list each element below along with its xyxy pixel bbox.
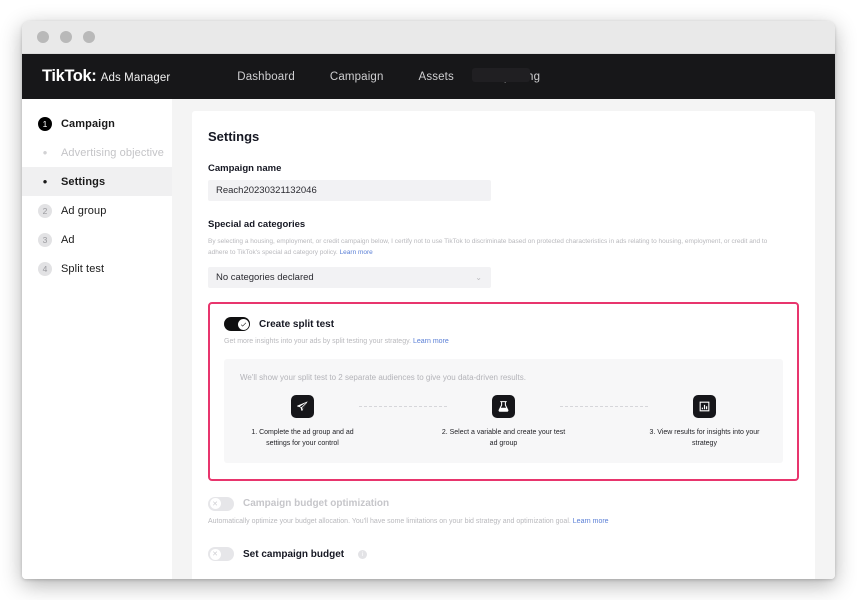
redacted-account-area (472, 68, 530, 82)
learn-more-link[interactable]: Learn more (573, 518, 609, 525)
create-split-test-label: Create split test (259, 319, 334, 330)
campaign-budget-optimization-label: Campaign budget optimization (243, 498, 389, 509)
step-badge-4: 4 (38, 262, 52, 276)
top-navigation-bar: TikTok: Ads Manager Dashboard Campaign A… (22, 54, 835, 99)
step-connector-2 (560, 395, 648, 418)
brand-subtitle: Ads Manager (101, 72, 171, 84)
step-icon-container (492, 395, 515, 418)
set-campaign-budget-toggle[interactable]: ✕ (208, 547, 234, 561)
flask-icon (497, 400, 510, 413)
step-icon-container (693, 395, 716, 418)
sidebar-item-label: Advertising objective (61, 147, 164, 159)
disclaimer-text: By selecting a housing, employment, or c… (208, 238, 767, 256)
create-split-test-toggle[interactable] (224, 317, 250, 331)
create-split-test-row: Create split test (224, 317, 783, 331)
split-test-info-panel: We'll show your split test to 2 separate… (224, 359, 783, 463)
maximize-button[interactable] (83, 31, 95, 43)
select-value: No categories declared (216, 272, 314, 283)
special-ad-categories-disclaimer: By selecting a housing, employment, or c… (208, 236, 788, 258)
sidebar-item-campaign[interactable]: 1 Campaign (22, 109, 172, 138)
split-test-highlight-region: Create split test Get more insights into… (208, 302, 799, 481)
learn-more-link[interactable]: Learn more (413, 338, 449, 345)
bar-chart-icon (698, 400, 711, 413)
toggle-knob (238, 319, 249, 330)
campaign-budget-optimization-block: ✕ Campaign budget optimization Automatic… (208, 497, 799, 528)
info-panel-headline: We'll show your split test to 2 separate… (240, 373, 767, 382)
step-badge-1: 1 (38, 117, 52, 131)
check-icon (240, 321, 247, 328)
brand-name: TikTok (42, 67, 91, 86)
subtext: Get more insights into your ads by split… (224, 338, 411, 345)
sidebar-item-ad-group[interactable]: 2 Ad group (22, 196, 172, 225)
step-badge-2: 2 (38, 204, 52, 218)
campaign-budget-optimization-subtext: Automatically optimize your budget alloc… (208, 517, 799, 528)
nav-item-dashboard[interactable]: Dashboard (237, 71, 295, 83)
step-text: 3. View results for insights into your s… (642, 427, 767, 450)
chevron-down-icon: ⌄ (475, 273, 482, 282)
brand-logo[interactable]: TikTok: Ads Manager (42, 67, 170, 86)
step-text: 2. Select a variable and create your tes… (441, 427, 566, 450)
sidebar-item-label: Ad group (61, 205, 106, 217)
campaign-budget-optimization-toggle: ✕ (208, 497, 234, 511)
set-campaign-budget-row: ✕ Set campaign budget i (208, 547, 799, 561)
toggle-knob: ✕ (210, 549, 221, 560)
brand-colon: : (91, 67, 97, 86)
special-ad-categories-select[interactable]: No categories declared ⌄ (208, 267, 491, 288)
settings-card: Settings Campaign name Special ad catego… (192, 111, 815, 579)
split-test-step-2: 2. Select a variable and create your tes… (441, 395, 566, 450)
toggle-knob: ✕ (210, 498, 221, 509)
split-test-steps: 1. Complete the ad group and ad settings… (240, 395, 767, 450)
learn-more-link[interactable]: Learn more (340, 249, 373, 256)
split-test-step-1: 1. Complete the ad group and ad settings… (240, 395, 365, 450)
bullet-icon: • (38, 146, 52, 159)
nav-item-assets[interactable]: Assets (419, 71, 454, 83)
campaign-name-label: Campaign name (208, 163, 799, 174)
sidebar: 1 Campaign • Advertising objective • Set… (22, 99, 172, 579)
subtext: Automatically optimize your budget alloc… (208, 518, 571, 525)
paper-plane-icon (296, 400, 309, 413)
step-connector-1 (359, 395, 447, 418)
nav-item-campaign[interactable]: Campaign (330, 71, 384, 83)
split-test-step-3: 3. View results for insights into your s… (642, 395, 767, 450)
page-title: Settings (208, 129, 799, 144)
sidebar-item-advertising-objective[interactable]: • Advertising objective (22, 138, 172, 167)
campaign-budget-optimization-row: ✕ Campaign budget optimization (208, 497, 799, 511)
bullet-icon: • (38, 175, 52, 188)
set-campaign-budget-label: Set campaign budget (243, 549, 344, 560)
info-icon[interactable]: i (358, 550, 367, 559)
app-body: 1 Campaign • Advertising objective • Set… (22, 99, 835, 579)
special-ad-categories-label: Special ad categories (208, 219, 799, 230)
campaign-name-input[interactable] (208, 180, 491, 201)
close-button[interactable] (37, 31, 49, 43)
step-badge-3: 3 (38, 233, 52, 247)
window-titlebar (22, 21, 835, 54)
step-text: 1. Complete the ad group and ad settings… (240, 427, 365, 450)
sidebar-item-split-test[interactable]: 4 Split test (22, 254, 172, 283)
create-split-test-subtext: Get more insights into your ads by split… (224, 337, 783, 348)
sidebar-item-settings[interactable]: • Settings (22, 167, 172, 196)
main-content: Settings Campaign name Special ad catego… (172, 99, 835, 579)
browser-window: TikTok: Ads Manager Dashboard Campaign A… (22, 21, 835, 579)
sidebar-item-label: Campaign (61, 118, 115, 130)
sidebar-item-label: Settings (61, 176, 105, 188)
sidebar-item-ad[interactable]: 3 Ad (22, 225, 172, 254)
minimize-button[interactable] (60, 31, 72, 43)
set-campaign-budget-block: ✕ Set campaign budget i (208, 547, 799, 561)
step-icon-container (291, 395, 314, 418)
sidebar-item-label: Split test (61, 263, 104, 275)
sidebar-item-label: Ad (61, 234, 75, 246)
